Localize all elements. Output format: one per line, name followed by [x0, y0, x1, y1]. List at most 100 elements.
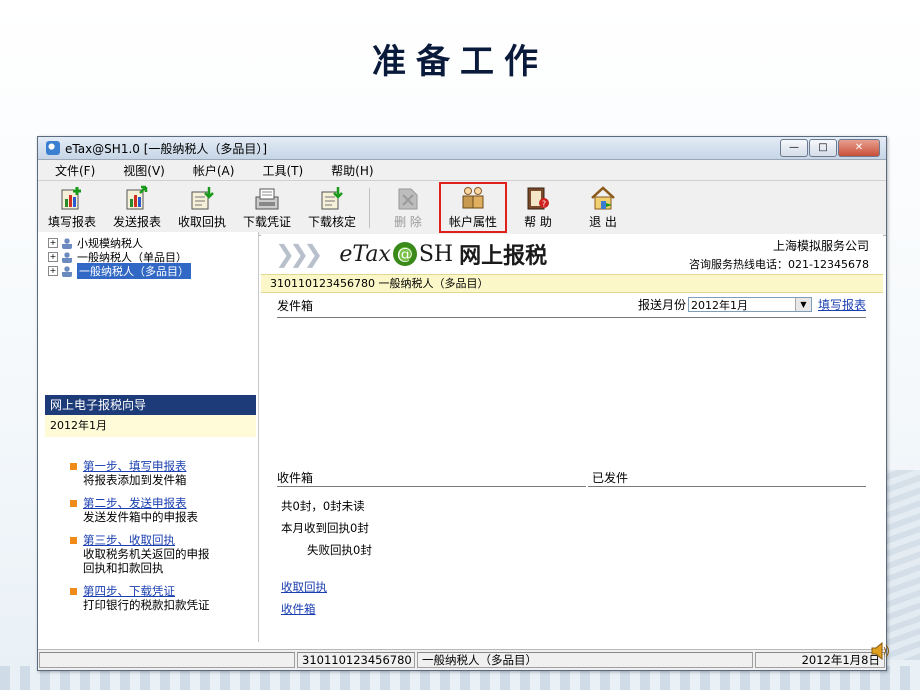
toolbar-label: 帐户属性	[448, 215, 497, 229]
chevrons-icon: ❯❯❯	[275, 240, 323, 268]
app-window: eTax@SH1.0 [一般纳税人（多品目）] — □ ✕ 文件(F) 视图(V…	[37, 136, 887, 671]
status-date: 2012年1月8日	[755, 652, 885, 668]
status-bar: 310110123456780 一般纳税人（多品目） 2012年1月8日	[38, 649, 886, 670]
minimize-button[interactable]: —	[780, 139, 808, 157]
fill-report-button[interactable]: 填写报表	[41, 185, 103, 230]
bullet-icon	[70, 537, 77, 544]
expand-icon[interactable]: +	[48, 238, 58, 248]
sent-header: 已发件	[588, 469, 866, 487]
toolbar-label: 下载凭证	[242, 215, 291, 229]
hotline: 咨询服务热线电话：021-12345678	[689, 258, 869, 271]
toolbar-label: 填写报表	[47, 215, 96, 229]
inbox-title: 收件箱	[277, 471, 314, 485]
failed-count: 失败回执0封	[307, 543, 372, 557]
main-pane: ❯❯❯ eTax @ SH 网上报税 上海模拟服务公司 咨询服务热线电话：021-12…	[261, 234, 883, 646]
maximize-button[interactable]: □	[809, 139, 837, 157]
tree-item-general-single[interactable]: + 一般纳税人（单品目）	[48, 250, 258, 264]
exit-icon	[591, 186, 615, 210]
guide-step-2: 第二步、发送申报表 发送发件箱中的申报表	[70, 496, 198, 524]
guide-step-3: 第三步、收取回执 收取税务机关返回的申报回执和扣款回执	[70, 533, 215, 575]
guide-header: 网上电子报税向导	[45, 395, 256, 415]
menu-file[interactable]: 文件(F)	[55, 162, 95, 179]
slide-title: 准备工作	[372, 42, 548, 82]
menu-help[interactable]: 帮助(H)	[331, 162, 373, 179]
receive-receipt-icon	[191, 187, 214, 210]
tree-item-small-scale[interactable]: + 小规模纳税人	[48, 236, 258, 250]
month-select[interactable]: 2012年1月 ▼	[687, 297, 812, 312]
company-name: 上海模拟服务公司	[772, 239, 869, 253]
exit-button[interactable]: 退 出	[572, 185, 634, 230]
send-report-button[interactable]: 发送报表	[106, 185, 168, 230]
step-3-link[interactable]: 第三步、收取回执	[83, 533, 215, 547]
fill-report-icon	[61, 187, 81, 210]
toolbar-label: 删 除	[394, 215, 422, 229]
toolbar-separator	[369, 188, 370, 228]
bullet-icon	[70, 500, 77, 507]
receive-receipt-link[interactable]: 收取回执	[281, 579, 327, 595]
status-tax-id: 310110123456780	[297, 652, 415, 668]
user-icon	[62, 251, 72, 263]
step-2-desc: 发送发件箱中的申报表	[83, 510, 198, 524]
month-value: 2012年1月	[690, 298, 748, 312]
status-account: 一般纳税人（多品目）	[417, 652, 753, 668]
user-icon	[62, 265, 72, 277]
receive-receipt-button[interactable]: 收取回执	[171, 185, 233, 230]
bullet-icon	[70, 463, 77, 470]
expand-icon[interactable]: +	[48, 252, 58, 262]
guide-step-1: 第一步、填写申报表 将报表添加到发件箱	[70, 459, 187, 487]
at-logo-icon: @	[392, 242, 417, 266]
step-3-desc: 收取税务机关返回的申报回执和扣款回执	[83, 547, 210, 575]
speaker-icon[interactable]	[870, 640, 890, 662]
close-button[interactable]: ✕	[838, 139, 880, 157]
step-1-link[interactable]: 第一步、填写申报表	[83, 459, 187, 473]
menu-tools[interactable]: 工具(T)	[262, 162, 303, 179]
title-bar: eTax@SH1.0 [一般纳税人（多品目）] — □ ✕	[38, 137, 886, 160]
menu-view[interactable]: 视图(V)	[123, 162, 165, 179]
download-voucher-button[interactable]: 下载凭证	[236, 185, 298, 230]
delete-button[interactable]: 删 除	[377, 185, 439, 230]
month-label: 报送月份	[637, 298, 686, 312]
menu-account[interactable]: 帐户(A)	[193, 162, 235, 179]
expand-icon[interactable]: +	[48, 266, 58, 276]
window-title: eTax@SH1.0 [一般纳税人（多品目）]	[65, 141, 268, 156]
left-pane: + 小规模纳税人 + 一般纳税人（单品目） + 一般纳税人（多品目） 网上电子报…	[38, 232, 259, 642]
toolbar-label: 帮 助	[524, 215, 552, 229]
toolbar-label: 发送报表	[112, 215, 161, 229]
step-4-link[interactable]: 第四步、下载凭证	[83, 584, 210, 598]
outbox-title: 发件箱	[277, 298, 314, 313]
brand-banner: ❯❯❯ eTax @ SH 网上报税 上海模拟服务公司 咨询服务热线电话：021-12…	[261, 234, 883, 274]
svg-text:?: ?	[542, 200, 546, 209]
account-properties-icon	[462, 187, 484, 209]
guide-step-4: 第四步、下载凭证 打印银行的税款扣款凭证	[70, 584, 210, 612]
outbox-header: 发件箱 报送月份 2012年1月 ▼ 填写报表	[277, 293, 866, 318]
sent-title: 已发件	[592, 471, 629, 485]
send-report-icon	[126, 185, 148, 210]
toolbar-label: 退 出	[589, 215, 617, 229]
account-properties-button[interactable]: 帐户属性	[439, 182, 507, 233]
inbox-link[interactable]: 收件箱	[281, 601, 316, 617]
account-info-bar: 310110123456780 一般纳税人（多品目）	[261, 274, 883, 293]
help-icon: ?	[527, 187, 549, 210]
toolbar-label: 下载核定	[307, 215, 356, 229]
toolbar-label: 收取回执	[177, 215, 226, 229]
tree-item-label: 一般纳税人（多品目）	[77, 263, 191, 279]
receipt-count: 本月收到回执0封	[281, 521, 369, 535]
app-logo-icon	[46, 141, 60, 155]
step-1-desc: 将报表添加到发件箱	[83, 473, 187, 487]
toolbar: 填写报表 发送报表 收取回执 下载凭证 下载核定 删 除 帐户属性 ? 帮 助 …	[38, 181, 886, 236]
chevron-down-icon[interactable]: ▼	[794, 298, 811, 311]
bullet-icon	[70, 588, 77, 595]
menu-bar: 文件(F) 视图(V) 帐户(A) 工具(T) 帮助(H)	[38, 160, 886, 181]
inbox-header: 收件箱	[277, 469, 586, 487]
fill-report-link[interactable]: 填写报表	[818, 296, 866, 313]
brand-logo: eTax @ SH 网上报税	[339, 241, 548, 270]
user-icon	[62, 237, 72, 249]
step-4-desc: 打印银行的税款扣款凭证	[83, 598, 210, 612]
help-button[interactable]: ? 帮 助	[507, 185, 569, 230]
tree-item-general-multi[interactable]: + 一般纳税人（多品目）	[48, 263, 258, 279]
guide-date: 2012年1月	[45, 415, 256, 437]
step-2-link[interactable]: 第二步、发送申报表	[83, 496, 198, 510]
download-approval-icon	[321, 187, 343, 210]
inbox-count: 共0封，0封未读	[281, 499, 365, 513]
download-approval-button[interactable]: 下载核定	[301, 185, 363, 230]
